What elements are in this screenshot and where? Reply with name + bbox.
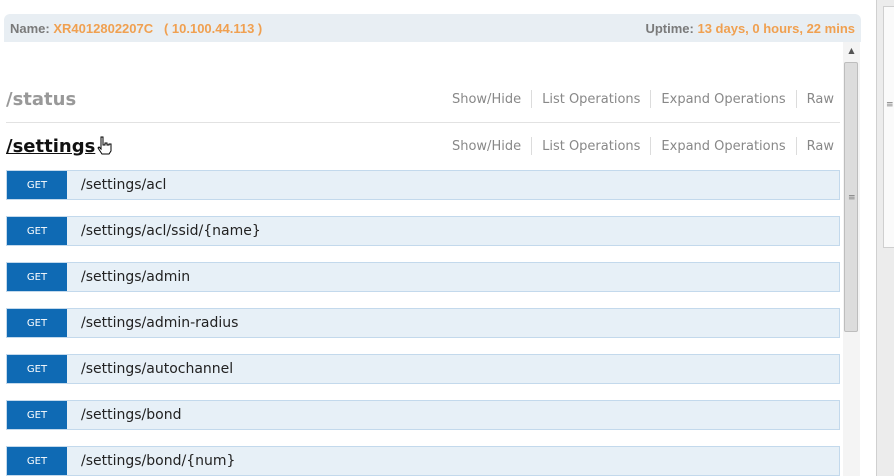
operation-row[interactable]: GET /settings/admin [6,262,840,292]
resource-ops-settings: Show/Hide List Operations Expand Operati… [452,137,840,155]
name-value: XR4012802207C ( 10.100.44.113 ) [53,20,263,36]
raw-link[interactable]: Raw [807,92,834,107]
side-panel-edge: ≡ [876,0,894,476]
list-operations-link[interactable]: List Operations [542,139,640,154]
show-hide-link[interactable]: Show/Hide [452,139,521,154]
grip-icon: ≡ [848,193,856,203]
operation-path[interactable]: /settings/autochannel [81,361,233,377]
http-verb-badge[interactable]: GET [7,171,67,199]
http-verb-badge[interactable]: GET [7,355,67,383]
expand-operations-link[interactable]: Expand Operations [661,92,785,107]
device-uptime: Uptime: 13 days, 0 hours, 22 mins [645,21,855,36]
list-operations-link[interactable]: List Operations [542,92,640,107]
side-panel-scrollbar[interactable] [883,6,894,248]
operation-row[interactable]: GET /settings/autochannel [6,354,840,384]
http-verb-badge[interactable]: GET [7,309,67,337]
operation-path[interactable]: /settings/acl/ssid/{name} [81,223,261,239]
device-info-bar: Name: XR4012802207C ( 10.100.44.113 ) Up… [4,14,861,42]
device-name: Name: XR4012802207C ( 10.100.44.113 ) [10,21,262,36]
resource-title-status[interactable]: /status [6,89,76,110]
uptime-label: Uptime: [645,20,694,36]
resource-status: /status Show/Hide List Operations Expand… [6,76,840,123]
divider [650,90,652,108]
operation-row[interactable]: GET /settings/acl/ssid/{name} [6,216,840,246]
name-label: Name: [10,20,50,36]
operation-path[interactable]: /settings/acl [81,177,166,193]
divider [650,137,652,155]
grip-icon: ≡ [886,100,894,110]
divider [531,137,533,155]
raw-link[interactable]: Raw [807,139,834,154]
expand-operations-link[interactable]: Expand Operations [661,139,785,154]
operation-row[interactable]: GET /settings/bond/{num} [6,446,840,476]
operation-path[interactable]: /settings/bond [81,407,181,423]
triangle-up-icon[interactable]: ▲ [843,44,860,58]
resource-title-settings[interactable]: /settings [6,136,95,157]
http-verb-badge[interactable]: GET [7,401,67,429]
hand-pointer-icon [97,136,112,155]
show-hide-link[interactable]: Show/Hide [452,92,521,107]
operation-row[interactable]: GET /settings/bond [6,400,840,430]
divider [795,90,797,108]
divider [795,137,797,155]
http-verb-badge[interactable]: GET [7,217,67,245]
vertical-scrollbar[interactable]: ▲ ≡ [843,42,860,476]
resource-settings: /settings Show/Hide List Operations Expa… [6,123,840,169]
api-docs-pane: /status Show/Hide List Operations Expand… [0,42,843,476]
uptime-value: 13 days, 0 hours, 22 mins [697,20,855,36]
operation-path[interactable]: /settings/admin [81,269,190,285]
operation-row[interactable]: GET /settings/acl [6,170,840,200]
operation-path[interactable]: /settings/bond/{num} [81,453,235,469]
resource-ops-status: Show/Hide List Operations Expand Operati… [452,90,840,108]
scrollbar-thumb[interactable]: ≡ [844,62,858,332]
http-verb-badge[interactable]: GET [7,447,67,475]
operation-row[interactable]: GET /settings/admin-radius [6,308,840,338]
divider [531,90,533,108]
http-verb-badge[interactable]: GET [7,263,67,291]
operation-path[interactable]: /settings/admin-radius [81,315,238,331]
